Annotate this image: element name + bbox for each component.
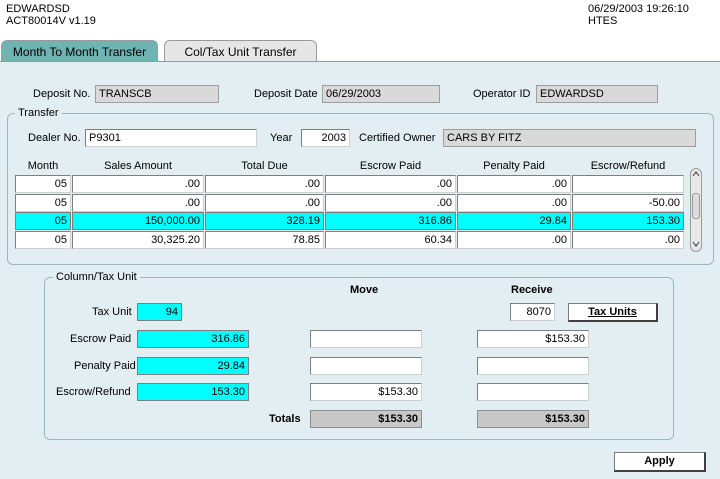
move-header: Move bbox=[350, 284, 379, 296]
table-scrollbar[interactable] bbox=[690, 168, 702, 252]
escrow-paid-label: Escrow Paid bbox=[70, 333, 132, 345]
receive-header: Receive bbox=[511, 284, 553, 296]
totals-move-field: $153.30 bbox=[310, 410, 422, 428]
app-version: ACT80014V v1.19 bbox=[6, 15, 96, 27]
table-row-4-total-due[interactable]: 78.85 bbox=[205, 231, 324, 249]
column-tax-unit-group-title: Column/Tax Unit bbox=[53, 271, 140, 283]
column-header-escrow-refund: Escrow/Refund bbox=[590, 160, 666, 172]
column-header-sales-amount: Sales Amount bbox=[104, 160, 172, 172]
scroll-down-arrow-icon[interactable] bbox=[692, 239, 700, 248]
tax-unit-label: Tax Unit bbox=[92, 306, 132, 318]
penalty-paid-receive-input[interactable] bbox=[477, 357, 589, 375]
table-row-2-penalty-paid[interactable]: .00 bbox=[457, 194, 571, 212]
escrow-refund-receive-input[interactable] bbox=[477, 383, 589, 401]
escrow-paid-receive-input[interactable]: $153.30 bbox=[477, 330, 589, 348]
table-row-3-escrow-refund[interactable]: 153.30 bbox=[572, 212, 684, 230]
receive-tax-unit-input[interactable]: 8070 bbox=[510, 303, 555, 321]
table-row-4-sales-amount[interactable]: 30,325.20 bbox=[72, 231, 204, 249]
tab-month-to-month-transfer[interactable]: Month To Month Transfer bbox=[1, 40, 158, 62]
table-row-4-escrow-paid[interactable]: 60.34 bbox=[325, 231, 456, 249]
user-name: EDWARDSD bbox=[6, 3, 70, 15]
deposit-no-field: TRANSCB bbox=[95, 85, 219, 103]
escrow-refund-move-input[interactable]: $153.30 bbox=[310, 383, 422, 401]
operator-id-label: Operator ID bbox=[473, 88, 531, 100]
scroll-up-arrow-icon[interactable] bbox=[692, 170, 700, 179]
penalty-paid-move-input[interactable] bbox=[310, 357, 422, 375]
table-row-4-escrow-refund[interactable]: .00 bbox=[572, 231, 684, 249]
table-row-3-month[interactable]: 05 bbox=[15, 212, 71, 230]
certified-owner-field: CARS BY FITZ bbox=[443, 129, 696, 147]
deposit-date-label: Deposit Date bbox=[254, 88, 318, 100]
table-row-2-total-due[interactable]: .00 bbox=[205, 194, 324, 212]
table-row-4-penalty-paid[interactable]: .00 bbox=[457, 231, 571, 249]
table-row-1-penalty-paid[interactable]: .00 bbox=[457, 175, 571, 193]
totals-label: Totals bbox=[269, 413, 301, 425]
column-header-penalty-paid: Penalty Paid bbox=[483, 160, 545, 172]
table-row-3-escrow-paid[interactable]: 316.86 bbox=[325, 212, 456, 230]
column-header-month: Month bbox=[27, 160, 59, 172]
table-row-1-escrow-paid[interactable]: .00 bbox=[325, 175, 456, 193]
escrow-refund-label: Escrow/Refund bbox=[56, 386, 131, 398]
table-row-2-month[interactable]: 05 bbox=[15, 194, 71, 212]
table-row-1-escrow-refund[interactable] bbox=[572, 175, 684, 193]
dealer-no-label: Dealer No. bbox=[28, 132, 81, 144]
tax-unit-field: 94 bbox=[137, 303, 182, 321]
scroll-thumb[interactable] bbox=[692, 193, 700, 219]
operator-id-field: EDWARDSD bbox=[536, 85, 658, 103]
year-label: Year bbox=[270, 132, 293, 144]
apply-button[interactable]: Apply bbox=[614, 452, 706, 472]
header-system: HTES bbox=[588, 15, 618, 27]
table-row-1-month[interactable]: 05 bbox=[15, 175, 71, 193]
table-row-2-escrow-paid[interactable]: .00 bbox=[325, 194, 456, 212]
table-row-3-total-due[interactable]: 328.19 bbox=[205, 212, 324, 230]
table-row-3-penalty-paid[interactable]: 29.84 bbox=[457, 212, 571, 230]
penalty-paid-label: Penalty Paid bbox=[74, 360, 136, 372]
transfer-group-title: Transfer bbox=[15, 107, 62, 119]
table-row-1-total-due[interactable]: .00 bbox=[205, 175, 324, 193]
table-row-4-month[interactable]: 05 bbox=[15, 231, 71, 249]
tab-col-tax-unit-transfer[interactable]: Col/Tax Unit Transfer bbox=[164, 40, 317, 62]
table-row-2-escrow-refund[interactable]: -50.00 bbox=[572, 194, 684, 212]
escrow-paid-move-input[interactable] bbox=[310, 330, 422, 348]
tax-units-button-label: Tax Units bbox=[588, 306, 637, 318]
certified-owner-label: Certified Owner bbox=[359, 132, 436, 144]
table-row-2-sales-amount[interactable]: .00 bbox=[72, 194, 204, 212]
dealer-no-input[interactable]: P9301 bbox=[85, 129, 257, 147]
deposit-date-field: 06/29/2003 bbox=[322, 85, 440, 103]
tax-units-button[interactable]: Tax Units bbox=[568, 303, 658, 322]
column-header-total-due: Total Due bbox=[241, 160, 288, 172]
penalty-paid-field: 29.84 bbox=[137, 357, 249, 375]
apply-button-label: Apply bbox=[644, 455, 675, 467]
escrow-paid-field: 316.86 bbox=[137, 330, 249, 348]
escrow-refund-field: 153.30 bbox=[137, 383, 249, 401]
column-header-escrow-paid: Escrow Paid bbox=[359, 160, 422, 172]
deposit-no-label: Deposit No. bbox=[33, 88, 91, 100]
header-datetime: 06/29/2003 19:26:10 bbox=[588, 3, 689, 15]
table-row-1-sales-amount[interactable]: .00 bbox=[72, 175, 204, 193]
year-input[interactable]: 2003 bbox=[301, 129, 350, 147]
totals-receive-field: $153.30 bbox=[477, 410, 589, 428]
table-row-3-sales-amount[interactable]: 150,000.00 bbox=[72, 212, 204, 230]
